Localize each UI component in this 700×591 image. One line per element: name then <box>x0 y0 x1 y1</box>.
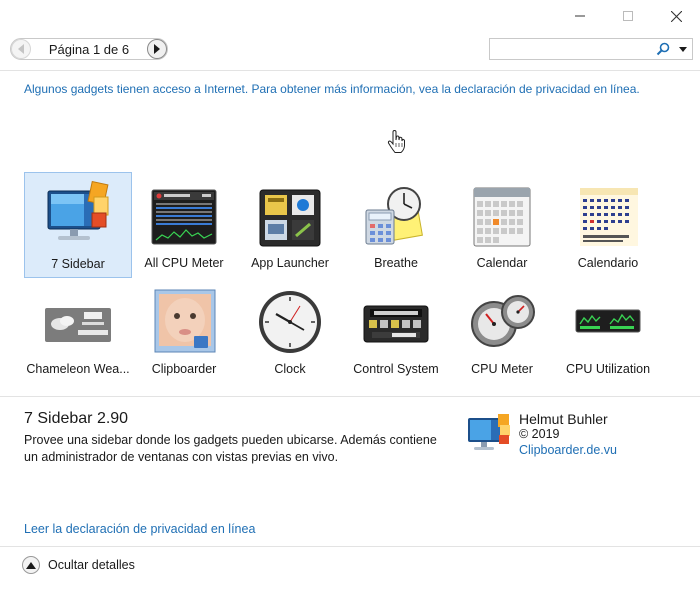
window-controls <box>556 0 700 32</box>
gadget-tile-calendar[interactable]: Calendar <box>448 172 556 278</box>
search-icon[interactable] <box>656 42 670 56</box>
gadget-label: All CPU Meter <box>144 256 224 270</box>
weather-icon <box>45 308 111 342</box>
gadget-label: Chameleon Wea... <box>26 362 130 376</box>
gadget-tile-all-cpu-meter[interactable]: All CPU Meter <box>130 172 238 278</box>
gadget-detail-description: Provee una sidebar donde los gadgets pue… <box>24 433 437 464</box>
gadget-website-link[interactable]: Clipboarder.de.vu <box>519 443 617 457</box>
maximize-button[interactable] <box>604 0 652 32</box>
gadget-label: Calendario <box>577 256 639 270</box>
gadget-copyright: © 2019 <box>519 427 560 441</box>
chevron-up-icon <box>22 556 40 574</box>
gadget-detail-title: 7 Sidebar 2.90 <box>24 410 129 427</box>
cpu-utilization-icon <box>575 309 641 333</box>
gadget-label: Clipboarder <box>151 362 217 376</box>
footer-divider <box>0 546 700 547</box>
gadget-tile-chameleon-weather[interactable]: Chameleon Wea... <box>24 278 132 384</box>
previous-page-button[interactable] <box>11 39 31 59</box>
details-divider <box>0 396 700 397</box>
privacy-statement-link[interactable]: Leer la declaración de privacidad en lín… <box>24 522 255 536</box>
search-box[interactable] <box>489 38 693 60</box>
gadget-tile-clipboarder[interactable]: Clipboarder <box>130 278 238 384</box>
gadget-author: Helmut Buhler <box>519 411 608 427</box>
app-launcher-icon <box>259 189 321 247</box>
clipboarder-photo-icon <box>154 289 216 353</box>
control-system-icon <box>363 305 429 343</box>
gadget-label: Clock <box>274 362 306 376</box>
gadget-tile-7-sidebar[interactable]: 7 Sidebar <box>24 172 132 278</box>
gadget-label: Control System <box>353 362 439 376</box>
gadget-label: CPU Meter <box>471 362 533 376</box>
close-button[interactable] <box>652 0 700 32</box>
triangle-right-icon <box>153 44 160 54</box>
triangle-left-icon <box>18 44 24 54</box>
minimize-button[interactable] <box>556 0 604 32</box>
gadget-tile-control-system[interactable]: Control System <box>342 278 450 384</box>
gadget-label: Calendar <box>476 256 528 270</box>
page-navigator: Página 1 de 6 <box>10 38 168 60</box>
gadget-label: CPU Utilization <box>565 362 651 376</box>
gadget-label: Breathe <box>374 256 418 270</box>
gadget-tile-breathe[interactable]: Breathe <box>342 172 450 278</box>
gadget-tile-cpu-meter[interactable]: CPU Meter <box>448 278 556 384</box>
calendar-grid-icon <box>473 187 531 247</box>
gadget-tile-calendario[interactable]: Calendario <box>554 172 662 278</box>
calendario-icon <box>580 188 638 246</box>
hand-cursor-icon <box>387 130 405 153</box>
next-page-button[interactable] <box>146 39 167 59</box>
breathe-clock-calculator-icon <box>365 187 423 245</box>
monitor-sidebar-icon <box>468 414 510 450</box>
hide-details-toggle[interactable]: Ocultar detalles <box>22 556 135 574</box>
chevron-down-icon[interactable] <box>679 47 687 52</box>
close-icon <box>670 10 682 22</box>
gadget-label: 7 Sidebar <box>51 257 105 271</box>
monitor-sidebar-icon <box>47 181 109 240</box>
gadget-tile-cpu-utilization[interactable]: CPU Utilization <box>554 278 662 384</box>
page-indicator: Página 1 de 6 <box>48 41 130 57</box>
gadget-tile-app-launcher[interactable]: App Launcher <box>236 172 344 278</box>
privacy-notice-link[interactable]: Algunos gadgets tienen acceso a Internet… <box>24 82 640 96</box>
minimize-icon <box>575 15 585 17</box>
cpu-meter-screen-icon <box>151 189 217 245</box>
toolbar-divider <box>0 70 700 71</box>
gadget-tile-clock[interactable]: Clock <box>236 278 344 384</box>
clock-icon <box>259 291 321 353</box>
gadget-label: App Launcher <box>251 256 329 270</box>
hide-details-label: Ocultar detalles <box>48 558 135 572</box>
cpu-gauge-icon <box>471 295 535 347</box>
maximize-icon <box>623 11 633 21</box>
